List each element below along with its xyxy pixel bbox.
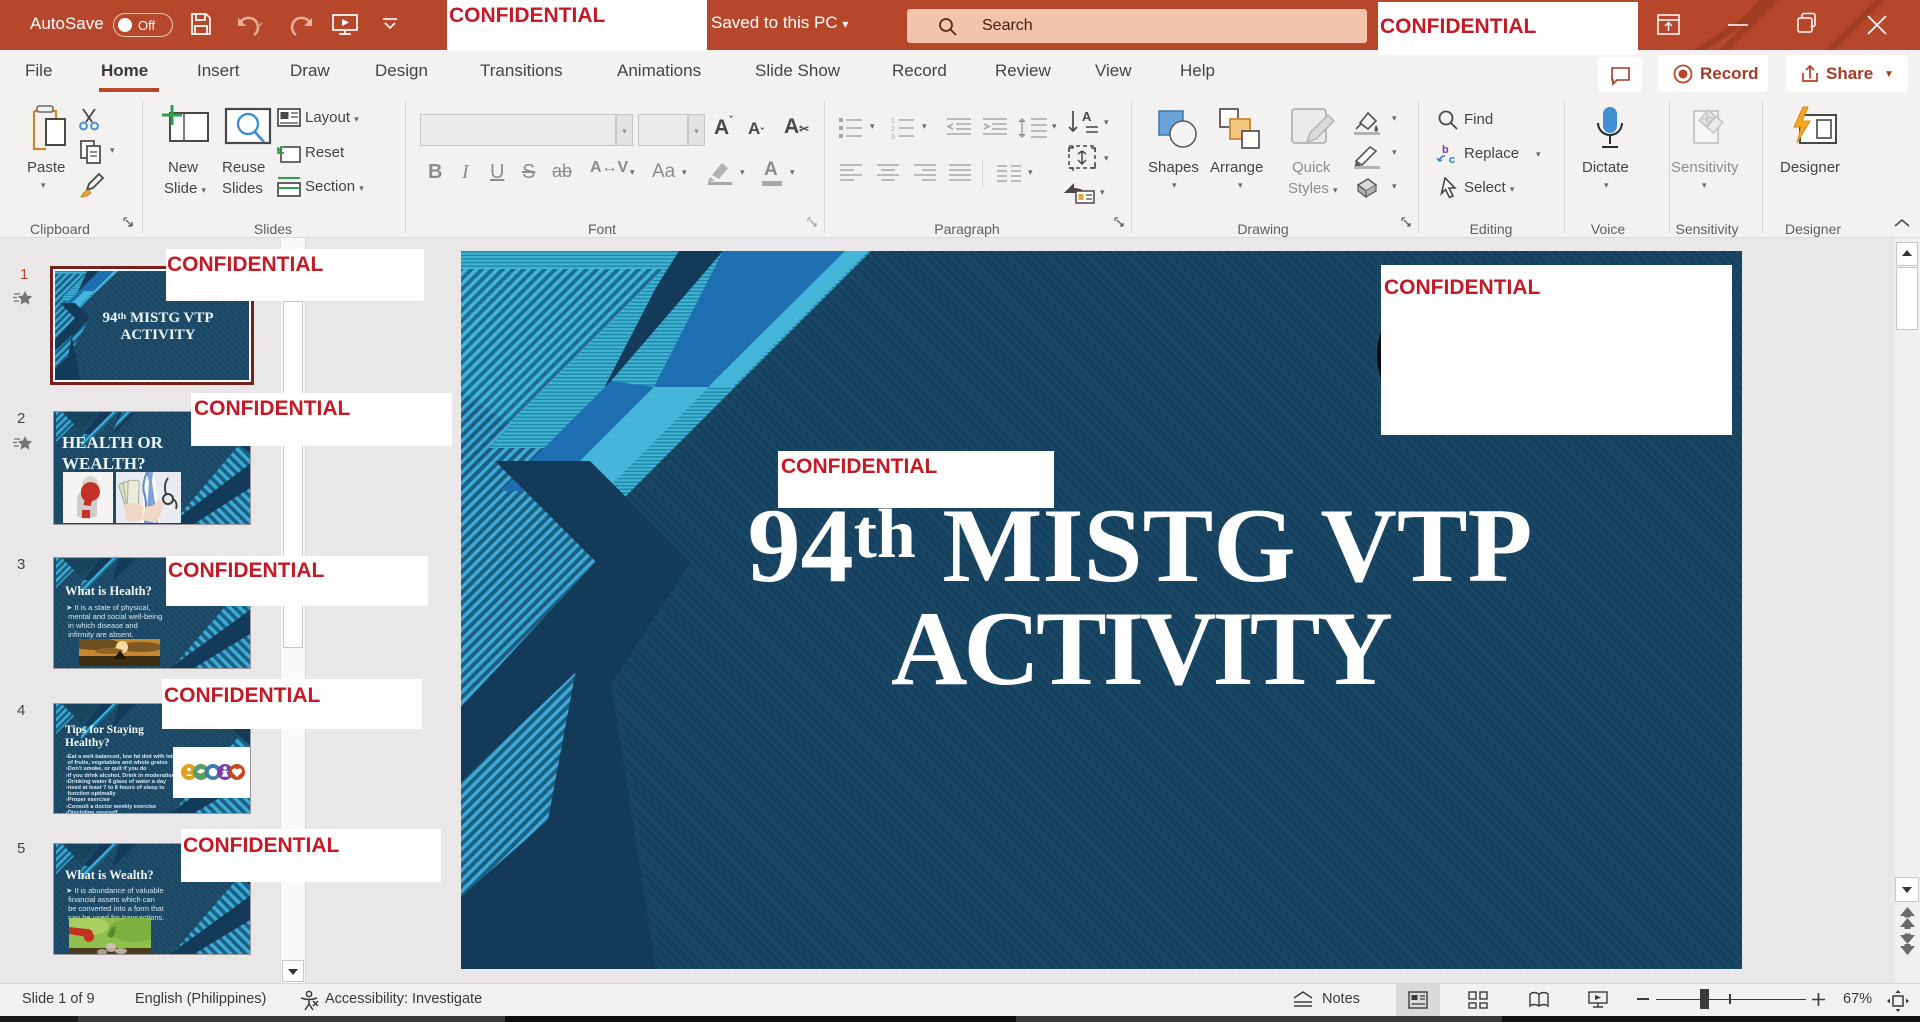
svg-text:2: 2 — [891, 126, 895, 133]
svg-text:c: c — [1449, 154, 1455, 165]
svg-text:3: 3 — [891, 134, 895, 139]
svg-text:b: b — [1442, 144, 1449, 156]
svg-text:A: A — [1082, 109, 1092, 124]
svg-text:1: 1 — [891, 118, 895, 125]
